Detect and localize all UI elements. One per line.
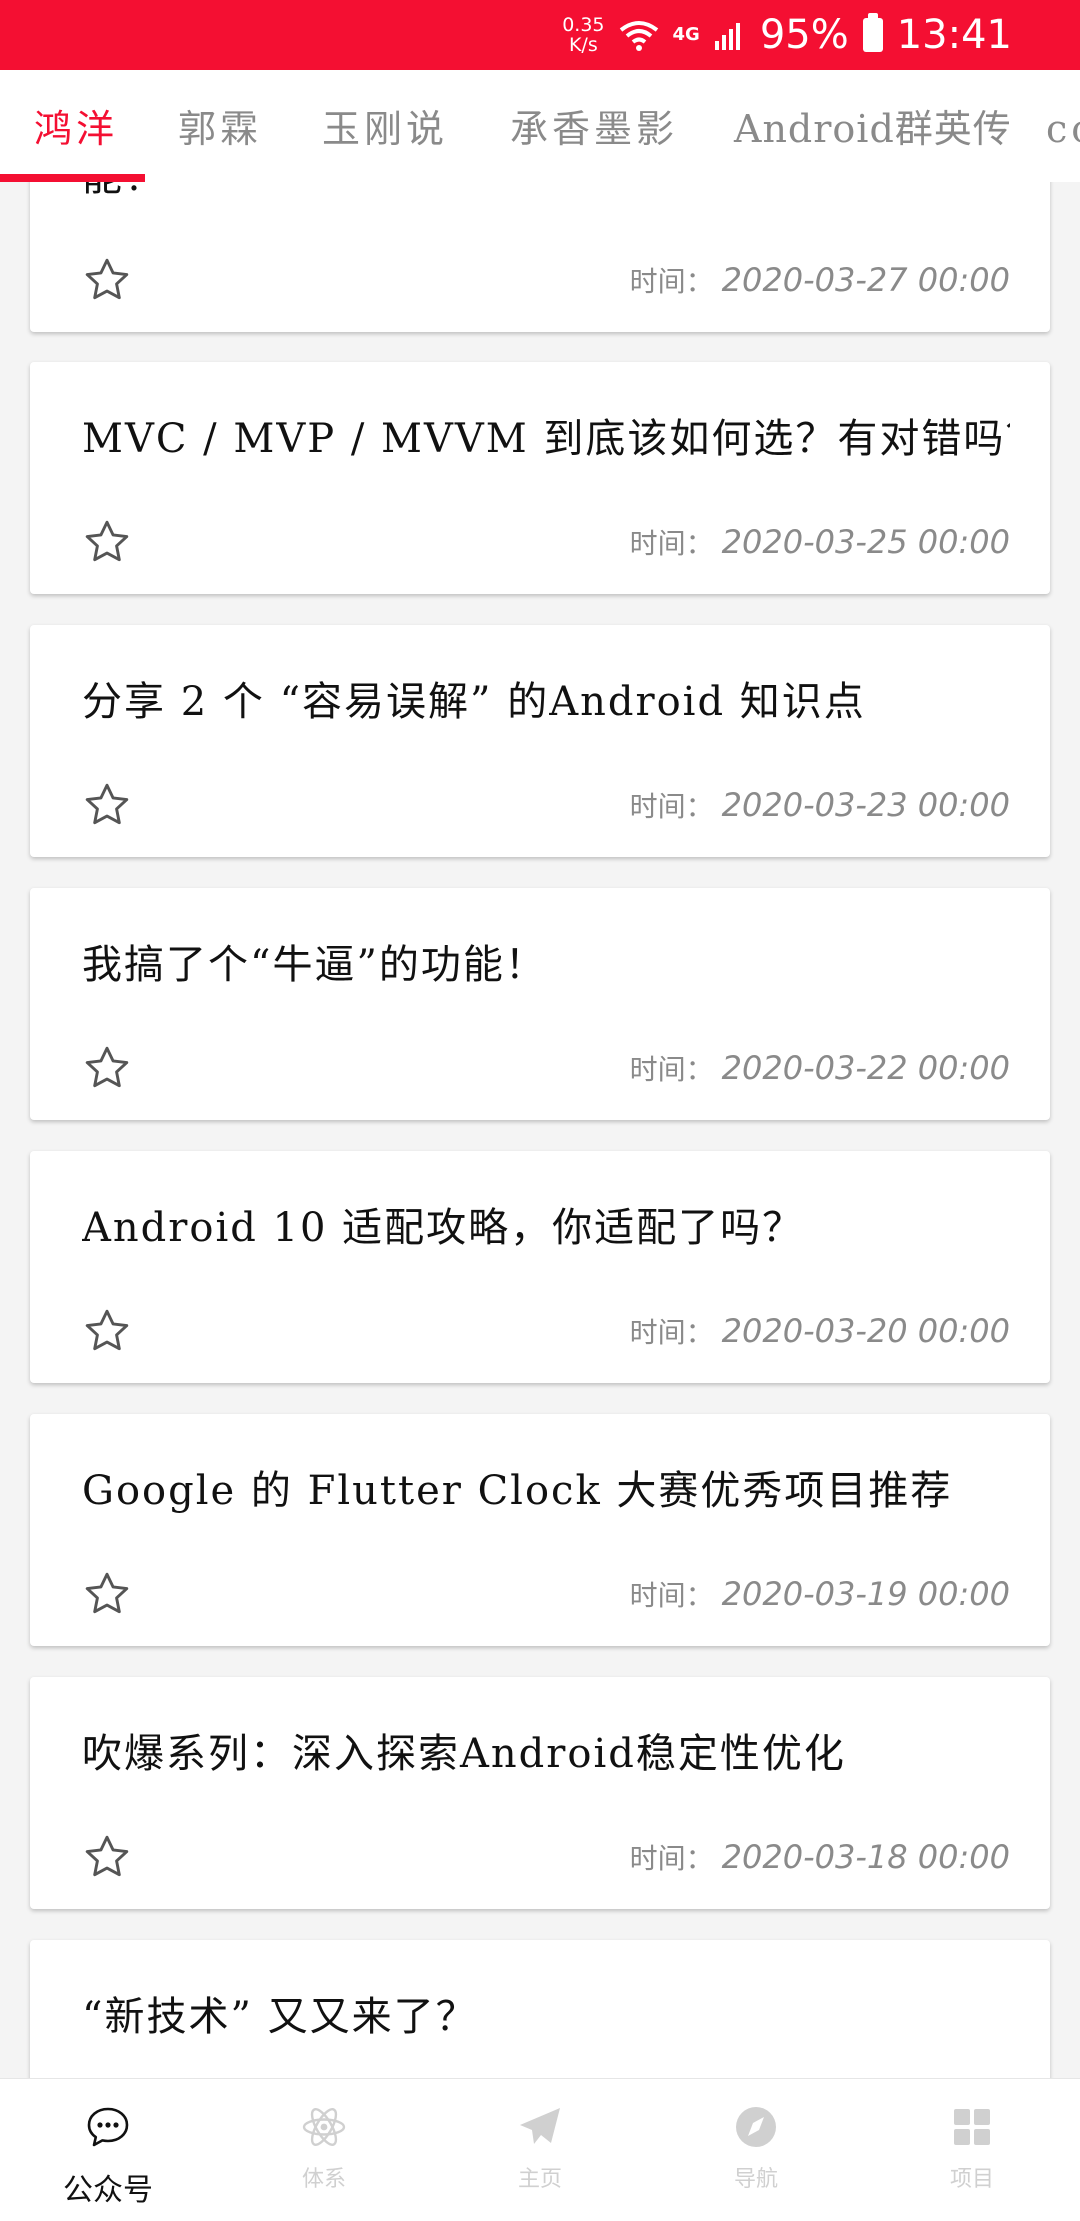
nav-label: 体系 [301,2167,346,2192]
article-title: Android 10 适配攻略，你适配了吗？ [82,1205,805,1251]
article-list[interactable]: 能！ 时间：2020-03-27 00:00 MVC / MVP / MVVM … [0,182,1080,2078]
nav-item-projects[interactable]: 项目 [864,2079,1080,2221]
wifi-icon [619,21,658,51]
paper-plane-icon [520,2108,560,2144]
nav-item-home[interactable]: 主页 [432,2079,648,2221]
grid-icon [954,2109,990,2145]
tab-android-qunyingzhuan[interactable]: Android群英传 [734,70,1012,182]
time-label: 时间： [629,1579,714,1612]
atom-icon [302,2108,346,2146]
chat-bubble-icon [87,2107,129,2147]
battery-icon [862,13,883,52]
article-title: 分享 2 个 “容易误解” 的Android 知识点 [82,679,866,725]
star-icon[interactable] [82,1832,132,1882]
article-card[interactable]: MVC / MVP / MVVM 到底该如何选？有对错吗？ 时间： 2020-03… [30,362,1050,594]
tab-overflow[interactable]: co [1046,70,1080,182]
network-type: 4G [672,24,700,45]
article-card[interactable]: 能！ 时间：2020-03-27 00:00 [30,182,1050,332]
tab-chengxiangmoying[interactable]: 承香墨影 [510,70,678,182]
article-card[interactable]: 吹爆系列：深入探索Android稳定性优化 时间： 2020-03-18 00:0… [30,1677,1050,1909]
article-card[interactable]: Android 10 适配攻略，你适配了吗？ 时间： 2020-03-20 00:… [30,1151,1050,1383]
time-label: 时间： [629,1053,714,1086]
article-time: 时间： 2020-03-23 00:00 [630,785,1010,825]
nav-label: 公众号 [63,2173,153,2208]
article-title: 能！ [82,182,1010,202]
nav-label: 导航 [733,2167,778,2192]
network-speed-unit: K/s [568,34,598,56]
signal-icon [714,23,740,50]
star-icon[interactable] [82,780,132,830]
time-value: 2020-03-18 00:00 [721,1838,1010,1876]
time-value: 2020-03-22 00:00 [721,1049,1010,1087]
article-title: “新技术” 又又来了？ [82,1994,478,2040]
article-time: 时间： 2020-03-27 00:00 [630,260,1010,300]
time-label: 时间： [629,527,714,560]
article-title: Google 的 Flutter Clock 大赛优秀项目推荐 [82,1468,953,1514]
article-time: 时间： 2020-03-19 00:00 [630,1574,1010,1614]
network-speed-value: 0.35 [562,14,605,36]
article-card[interactable]: “新技术” 又又来了？ [30,1940,1050,2078]
article-title: MVC / MVP / MVVM 到底该如何选？有对错吗？ [82,416,1010,462]
tab-hongyang[interactable]: 鸿洋 [34,70,118,182]
time-label: 时间： [629,1316,714,1349]
tab-yugangshuo[interactable]: 玉刚说 [322,70,448,182]
article-time: 时间： 2020-03-22 00:00 [630,1048,1010,1088]
nav-item-navigation[interactable]: 导航 [648,2079,864,2221]
star-icon[interactable] [82,1569,132,1619]
nav-label: 主页 [517,2167,562,2192]
nav-label: 项目 [949,2167,994,2192]
bottom-navigation: 公众号 体系 主页 导航 项目 [0,2078,1080,2221]
article-time: 时间： 2020-03-20 00:00 [630,1311,1010,1351]
time-value: 2020-03-19 00:00 [721,1575,1010,1613]
author-tab-strip[interactable]: 鸿洋 郭霖 玉刚说 承香墨影 Android群英传 co [0,70,1080,182]
time-value: 2020-03-23 00:00 [721,786,1010,824]
nav-item-system[interactable]: 体系 [216,2079,432,2221]
star-icon[interactable] [82,517,132,567]
clock: 13:41 [896,12,1012,58]
time-value: 2020-03-25 00:00 [721,523,1010,561]
article-card[interactable]: 我搞了个“牛逼”的功能！ 时间： 2020-03-22 00:00 [30,888,1050,1120]
time-label: 时间： [629,790,714,823]
article-card[interactable]: 分享 2 个 “容易误解” 的Android 知识点 时间： 2020-03-23… [30,625,1050,857]
article-title: 我搞了个“牛逼”的功能！ [82,942,547,988]
tab-guolin[interactable]: 郭霖 [178,70,262,182]
network-speed: 0.35 K/s [562,15,604,55]
nav-item-official-accounts[interactable]: 公众号 [0,2079,216,2221]
tab-indicator [0,174,145,182]
article-time: 时间： 2020-03-18 00:00 [630,1837,1010,1877]
star-icon[interactable] [82,1306,132,1356]
status-indicators: 0.35 K/s 4G 95% 13:41 [562,0,1012,70]
article-card[interactable]: Google 的 Flutter Clock 大赛优秀项目推荐 时间： 2020-… [30,1414,1050,1646]
battery-percent: 95% [759,12,849,58]
article-time: 时间： 2020-03-25 00:00 [630,522,1010,562]
time-value: 2020-03-27 00:00 [721,261,1010,299]
article-title: 吹爆系列：深入探索Android稳定性优化 [82,1731,846,1777]
compass-icon [736,2107,776,2147]
star-icon[interactable] [82,255,132,305]
star-icon[interactable] [82,1043,132,1093]
time-label: 时间： [629,265,714,298]
time-value: 2020-03-20 00:00 [721,1312,1010,1350]
time-label: 时间： [629,1842,714,1875]
status-bar: 0.35 K/s 4G 95% 13:41 [0,0,1080,70]
